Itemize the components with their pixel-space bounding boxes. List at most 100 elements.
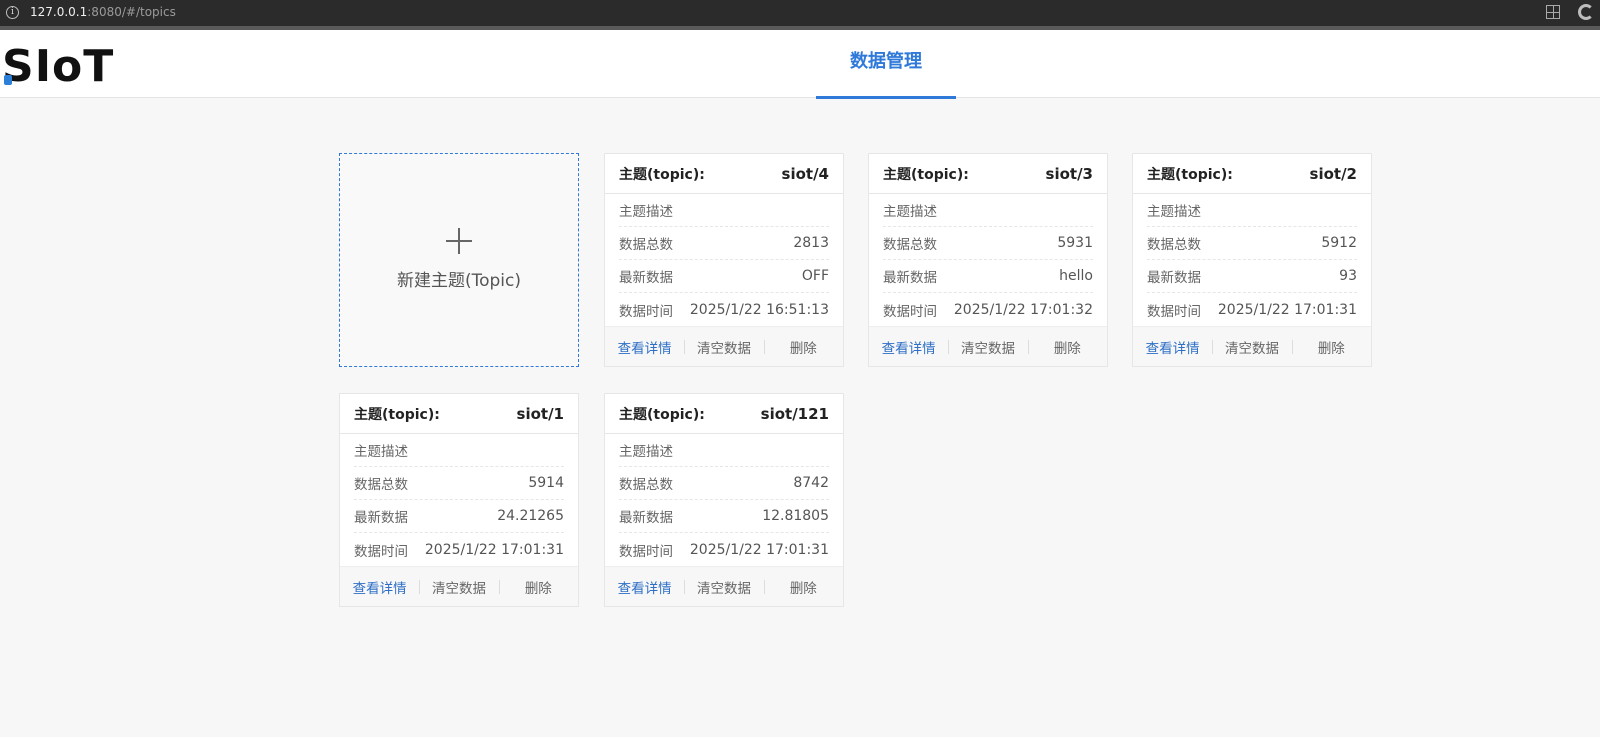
topic-card-siot-121: 主题(topic): siot/121 主题描述 数据总数 8742 最新数据 … xyxy=(604,393,844,607)
latest-row: 最新数据 12.81805 xyxy=(619,500,829,533)
time-label: 数据时间 xyxy=(619,303,673,320)
time-value: 2025/1/22 17:01:32 xyxy=(953,301,1093,318)
time-value: 2025/1/22 17:01:31 xyxy=(424,541,564,558)
topic-prefix: 主题(topic): xyxy=(619,166,705,183)
time-row: 数据时间 2025/1/22 17:01:31 xyxy=(619,533,829,566)
topic-card-actions: 查看详情 清空数据 删除 xyxy=(869,326,1107,366)
time-row: 数据时间 2025/1/22 17:01:32 xyxy=(883,293,1093,326)
url-field[interactable]: 127.0.0.1:8080/#/topics xyxy=(30,5,176,19)
total-value: 5912 xyxy=(1321,235,1357,251)
latest-value: hello xyxy=(1059,268,1093,284)
logo-accent xyxy=(4,75,12,85)
latest-label: 最新数据 xyxy=(354,510,408,526)
latest-row: 最新数据 OFF xyxy=(619,260,829,293)
topic-card-siot-4: 主题(topic): siot/4 主题描述 数据总数 2813 最新数据 OF… xyxy=(604,153,844,367)
clear-data-button[interactable]: 清空数据 xyxy=(419,577,498,597)
topic-prefix: 主题(topic): xyxy=(354,406,440,423)
view-details-button[interactable]: 查看详情 xyxy=(869,337,948,357)
view-details-button[interactable]: 查看详情 xyxy=(340,577,419,597)
delete-button[interactable]: 删除 xyxy=(763,337,843,357)
topic-card-actions: 查看详情 清空数据 删除 xyxy=(605,326,843,366)
total-row: 数据总数 5912 xyxy=(1147,227,1357,260)
topic-name: siot/1 xyxy=(516,404,564,423)
topic-card-body: 主题描述 数据总数 5912 最新数据 93 数据时间 2025/1/22 17… xyxy=(1133,194,1371,326)
time-row: 数据时间 2025/1/22 16:51:13 xyxy=(619,293,829,326)
browser-address-bar: i 127.0.0.1:8080/#/topics xyxy=(0,0,1600,26)
latest-label: 最新数据 xyxy=(619,270,673,286)
latest-row: 最新数据 93 xyxy=(1147,260,1357,293)
latest-value: OFF xyxy=(801,268,829,284)
topic-prefix: 主题(topic): xyxy=(619,406,705,423)
total-label: 数据总数 xyxy=(883,237,937,253)
url-host: 127.0.0.1 xyxy=(30,5,88,19)
total-label: 数据总数 xyxy=(619,237,673,253)
latest-value: 12.81805 xyxy=(762,508,829,524)
topic-card-header: 主题(topic): siot/121 xyxy=(605,394,843,434)
clear-data-button[interactable]: 清空数据 xyxy=(684,337,763,357)
total-value: 2813 xyxy=(793,235,829,251)
view-details-button[interactable]: 查看详情 xyxy=(605,337,684,357)
topic-card-actions: 查看详情 清空数据 删除 xyxy=(340,566,578,606)
description-label: 主题描述 xyxy=(1147,204,1201,220)
new-topic-card[interactable]: 新建主题(Topic) xyxy=(339,153,579,367)
description-row: 主题描述 xyxy=(883,194,1093,227)
new-topic-label: 新建主题(Topic) xyxy=(396,271,522,291)
logo[interactable]: SIoT xyxy=(2,41,114,92)
delete-button[interactable]: 删除 xyxy=(1027,337,1107,357)
info-icon[interactable]: i xyxy=(6,6,19,19)
split-screen-icon[interactable] xyxy=(1546,5,1560,19)
description-label: 主题描述 xyxy=(619,204,673,220)
description-label: 主题描述 xyxy=(619,444,673,460)
topic-name: siot/2 xyxy=(1309,164,1357,183)
topic-card-actions: 查看详情 清空数据 删除 xyxy=(605,566,843,606)
total-label: 数据总数 xyxy=(619,477,673,493)
tab-data-management[interactable]: 数据管理 xyxy=(816,30,956,99)
url-path: :8080/#/topics xyxy=(87,5,176,19)
delete-button[interactable]: 删除 xyxy=(763,577,843,597)
description-row: 主题描述 xyxy=(619,194,829,227)
logo-text: SIoT xyxy=(2,41,115,92)
topic-card-body: 主题描述 数据总数 8742 最新数据 12.81805 数据时间 2025/1… xyxy=(605,434,843,566)
latest-row: 最新数据 24.21265 xyxy=(354,500,564,533)
topic-card-siot-2: 主题(topic): siot/2 主题描述 数据总数 5912 最新数据 93… xyxy=(1132,153,1372,367)
total-value: 5914 xyxy=(528,475,564,491)
topic-card-body: 主题描述 数据总数 5931 最新数据 hello 数据时间 2025/1/22… xyxy=(869,194,1107,326)
time-row: 数据时间 2025/1/22 17:01:31 xyxy=(354,533,564,566)
total-row: 数据总数 8742 xyxy=(619,467,829,500)
topic-card-body: 主题描述 数据总数 5914 最新数据 24.21265 数据时间 2025/1… xyxy=(340,434,578,566)
total-value: 8742 xyxy=(793,475,829,491)
time-label: 数据时间 xyxy=(619,543,673,560)
topic-card-header: 主题(topic): siot/4 xyxy=(605,154,843,194)
total-value: 5931 xyxy=(1057,235,1093,251)
topic-card-header: 主题(topic): siot/2 xyxy=(1133,154,1371,194)
description-row: 主题描述 xyxy=(1147,194,1357,227)
browser-logo-icon[interactable] xyxy=(1578,4,1594,20)
time-row: 数据时间 2025/1/22 17:01:31 xyxy=(1147,293,1357,326)
total-label: 数据总数 xyxy=(1147,237,1201,253)
delete-button[interactable]: 删除 xyxy=(498,577,578,597)
description-label: 主题描述 xyxy=(883,204,937,220)
description-row: 主题描述 xyxy=(354,434,564,467)
view-details-button[interactable]: 查看详情 xyxy=(605,577,684,597)
total-row: 数据总数 5914 xyxy=(354,467,564,500)
topic-card-header: 主题(topic): siot/3 xyxy=(869,154,1107,194)
total-row: 数据总数 5931 xyxy=(883,227,1093,260)
topic-prefix: 主题(topic): xyxy=(883,166,969,183)
topic-prefix: 主题(topic): xyxy=(1147,166,1233,183)
latest-value: 93 xyxy=(1339,268,1357,284)
topic-name: siot/4 xyxy=(781,164,829,183)
view-details-button[interactable]: 查看详情 xyxy=(1133,337,1212,357)
time-value: 2025/1/22 16:51:13 xyxy=(689,301,829,318)
time-value: 2025/1/22 17:01:31 xyxy=(689,541,829,558)
clear-data-button[interactable]: 清空数据 xyxy=(684,577,763,597)
time-label: 数据时间 xyxy=(354,543,408,560)
time-label: 数据时间 xyxy=(1147,303,1201,320)
latest-value: 24.21265 xyxy=(497,508,564,524)
latest-label: 最新数据 xyxy=(1147,270,1201,286)
plus-icon xyxy=(446,228,472,254)
app-header: SIoT 数据管理 xyxy=(0,30,1600,99)
clear-data-button[interactable]: 清空数据 xyxy=(948,337,1027,357)
time-label: 数据时间 xyxy=(883,303,937,320)
clear-data-button[interactable]: 清空数据 xyxy=(1212,337,1291,357)
delete-button[interactable]: 删除 xyxy=(1291,337,1371,357)
